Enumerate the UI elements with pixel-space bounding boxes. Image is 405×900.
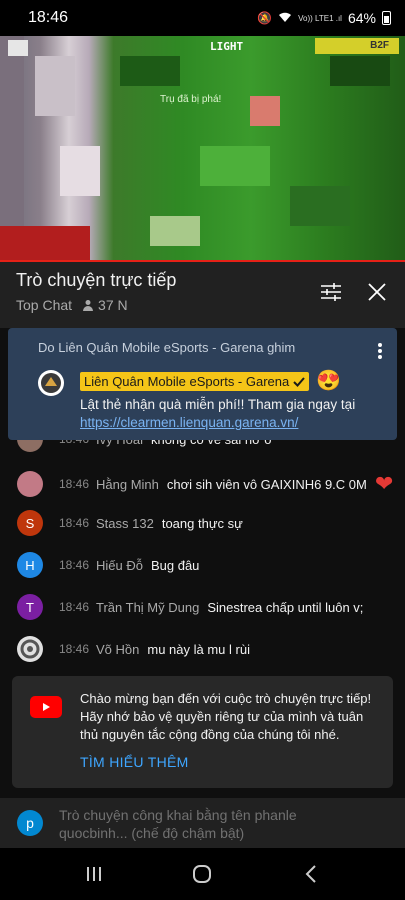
hud-title: LIGHT — [210, 40, 244, 53]
pinned-more-button[interactable] — [377, 342, 383, 365]
video-glitch-block — [120, 56, 180, 86]
video-glitch-block — [200, 146, 270, 186]
avatar — [17, 636, 43, 662]
chat-settings-button[interactable] — [317, 278, 345, 306]
system-nav-bar — [0, 848, 405, 900]
hud-marker — [8, 40, 28, 56]
sliders-icon — [321, 283, 341, 301]
close-icon — [368, 283, 386, 301]
message-time: 18:46 — [59, 642, 90, 656]
message-text: Sinestrea chấp until luôn v; — [207, 599, 364, 615]
battery-percent: 64% — [347, 10, 376, 26]
battery-icon — [382, 11, 391, 25]
status-time: 18:46 — [28, 9, 69, 26]
viewer-count-value: 37 N — [98, 297, 128, 313]
message-time: 18:46 — [59, 477, 90, 491]
youtube-logo-icon — [30, 696, 62, 718]
recent-apps-icon — [87, 867, 102, 881]
chat-message: T 18:46 Trần Thị Mỹ Dung Sinestrea chấp … — [0, 592, 405, 622]
chat-message: 18:46 Võ Hồn mu này là mu l rùi — [0, 634, 405, 664]
video-glitch-block — [250, 96, 280, 126]
status-icons: 🔕 Vo)) LTE1 .ıl 64% — [257, 10, 391, 26]
message-text: chơi sih viên vô GAIXINH6 9.C 0M — [166, 476, 367, 492]
message-author[interactable]: Hiếu Đỗ — [96, 558, 143, 573]
status-bar: 18:46 🔕 Vo)) LTE1 .ıl 64% — [0, 0, 405, 36]
chat-mode-selector[interactable]: Top Chat — [16, 297, 72, 313]
message-text: toang thực sự — [161, 515, 243, 531]
recent-apps-button[interactable] — [74, 854, 114, 894]
video-glitch-block — [0, 226, 90, 262]
network-indicator: Vo)) LTE1 .ıl — [298, 13, 342, 23]
message-text: Bug đâu — [150, 557, 200, 573]
message-author[interactable]: Trần Thị Mỹ Dung — [96, 600, 199, 615]
message-author[interactable]: Hằng Minh — [96, 477, 159, 492]
avatar: H — [17, 552, 43, 578]
learn-more-button[interactable]: TÌM HIỂU THÊM — [80, 754, 189, 770]
avatar — [38, 370, 64, 396]
video-glitch-block — [35, 56, 75, 116]
back-button[interactable] — [291, 854, 331, 894]
pinned-message[interactable]: Do Liên Quân Mobile eSports - Garena ghi… — [8, 328, 397, 440]
video-glitch-block — [290, 186, 350, 226]
hud-score: B2F — [315, 38, 399, 54]
wifi-icon — [278, 11, 292, 26]
chat-header: Trò chuyện trực tiếp Top Chat 37 N — [0, 262, 405, 328]
pinned-body: Lật thẻ nhận quà miễn phí!! Tham gia nga… — [80, 397, 356, 412]
message-time: 18:46 — [59, 558, 90, 572]
chat-message: H 18:46 Hiếu Đỗ Bug đâu — [0, 550, 405, 580]
viewer-count: 37 N — [82, 297, 128, 313]
pinned-link[interactable]: https://clearmen.lienquan.garena.vn/ — [80, 415, 298, 430]
verified-check-icon — [293, 376, 305, 387]
chat-input-bar[interactable]: p Trò chuyện công khai bằng tên phanle q… — [0, 798, 405, 848]
chat-messages[interactable]: 18:46 Ivy Hoài không có vé sai hở ó 18:4… — [0, 328, 405, 798]
pinned-author-name: Liên Quân Mobile eSports - Garena — [84, 374, 290, 389]
video-glitch-block — [60, 146, 100, 196]
pinned-message-text: Lật thẻ nhận quà miễn phí!! Tham gia nga… — [80, 396, 380, 432]
video-glitch-block — [330, 56, 390, 86]
close-chat-button[interactable] — [363, 278, 391, 306]
swirl-avatar-icon — [20, 639, 40, 659]
heart-eyes-emoji-icon: 😍 — [316, 370, 341, 392]
notification-off-icon: 🔕 — [257, 11, 273, 25]
welcome-text: Chào mừng bạn đến với cuộc trò chuyện tr… — [80, 691, 372, 742]
avatar: T — [17, 594, 43, 620]
message-author[interactable]: Võ Hồn — [96, 642, 139, 657]
more-vertical-icon — [378, 343, 382, 359]
avatar — [17, 471, 43, 497]
chat-input[interactable]: Trò chuyện công khai bằng tên phanle quo… — [59, 806, 359, 842]
back-icon — [305, 865, 316, 883]
hud-notice: Trụ đã bị phá! — [160, 94, 222, 105]
user-avatar: p — [17, 810, 43, 836]
message-text: mu này là mu l rùi — [147, 641, 250, 657]
pinned-by-label: Do Liên Quân Mobile eSports - Garena ghi… — [38, 340, 296, 355]
avatar: S — [17, 510, 43, 536]
video-player[interactable]: LIGHT Trụ đã bị phá! B2F — [0, 36, 405, 262]
chat-message: 18:46 Hằng Minh chơi sih viên vô GAIXINH… — [0, 469, 405, 499]
chat-message: S 18:46 Stass 132 toang thực sự — [0, 508, 405, 538]
garena-logo-icon — [41, 373, 61, 393]
heart-emoji-icon: ❤ — [374, 471, 394, 496]
video-glitch-block — [150, 216, 200, 246]
home-button[interactable] — [182, 854, 222, 894]
person-icon — [83, 300, 94, 311]
message-time: 18:46 — [59, 516, 90, 530]
home-icon — [193, 865, 212, 883]
message-time: 18:46 — [59, 600, 90, 614]
message-author[interactable]: Stass 132 — [96, 516, 154, 531]
pinned-author-badge[interactable]: Liên Quân Mobile eSports - Garena — [80, 372, 310, 391]
welcome-banner: Chào mừng bạn đến với cuộc trò chuyện tr… — [12, 676, 393, 788]
